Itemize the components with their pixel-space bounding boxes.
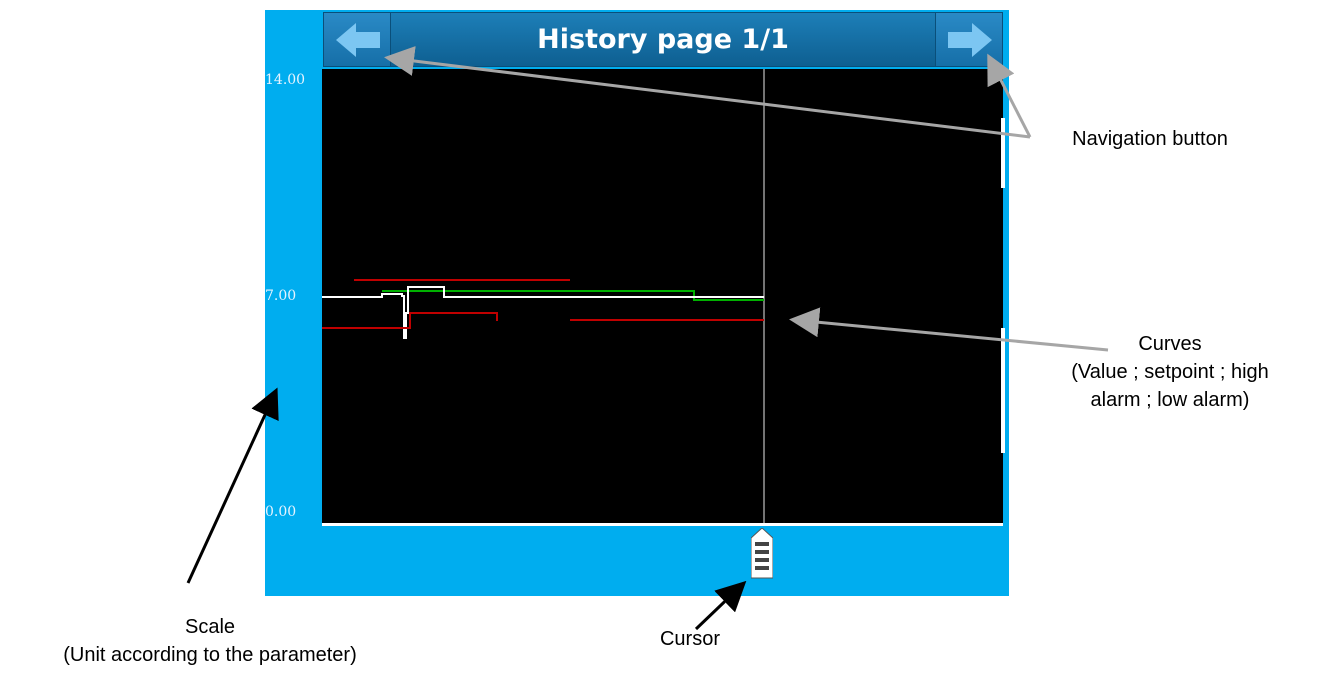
annotation-scale: Scale (Unit according to the parameter) <box>20 613 400 669</box>
annotation-cursor: Cursor <box>659 628 720 650</box>
annotation-scale-line1: Scale <box>184 616 236 638</box>
annotation-curves-line1: Curves <box>1138 333 1202 355</box>
annotation-curves-line3: alarm ; low alarm) <box>1090 389 1250 411</box>
annotation-curves-line2: (Value ; setpoint ; high <box>1071 361 1269 383</box>
annotation-navigation: Navigation button <box>1072 128 1228 150</box>
annotation-curves: Curves (Value ; setpoint ; high alarm ; … <box>1020 330 1320 414</box>
annotation-scale-line2: (Unit according to the parameter) <box>63 644 357 666</box>
